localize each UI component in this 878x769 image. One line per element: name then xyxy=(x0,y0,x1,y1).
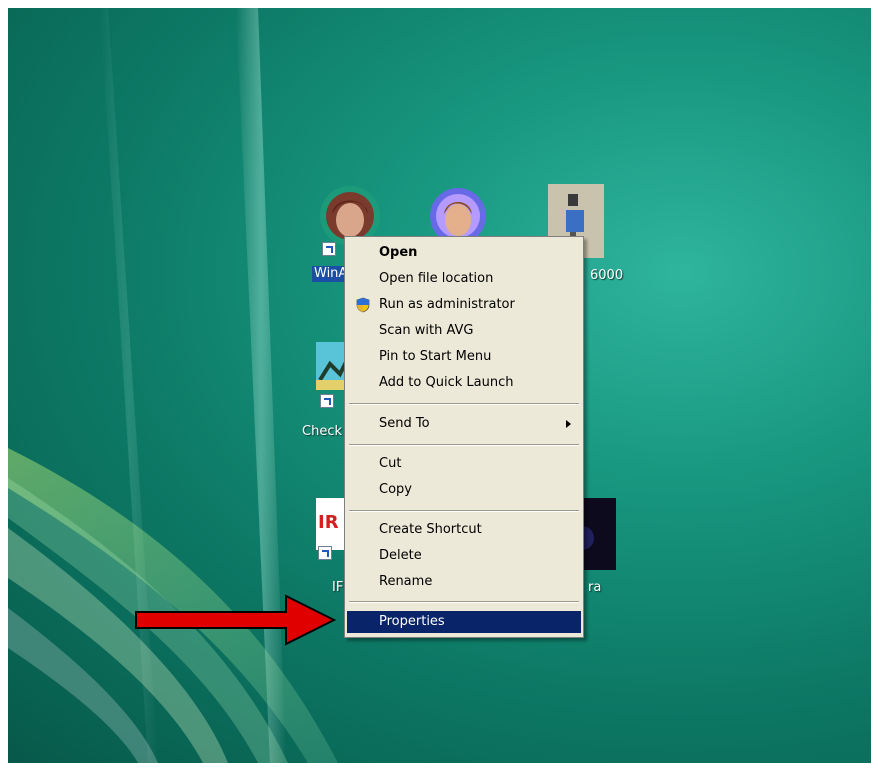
desktop-icon-label: 6000 xyxy=(590,268,624,283)
context-menu: Open Open file location Run as administr… xyxy=(344,236,584,638)
menu-item-add-to-quick-launch[interactable]: Add to Quick Launch xyxy=(347,372,581,394)
menu-item-create-shortcut[interactable]: Create Shortcut xyxy=(347,519,581,541)
menu-item-properties[interactable]: Properties xyxy=(347,611,581,633)
menu-item-label: Open xyxy=(379,245,418,260)
menu-item-label: Run as administrator xyxy=(379,297,515,312)
desktop-icon-label: ra xyxy=(588,580,602,595)
menu-separator xyxy=(349,444,579,446)
menu-item-delete[interactable]: Delete xyxy=(347,545,581,567)
woman-portrait-icon xyxy=(430,188,486,244)
menu-item-label: Rename xyxy=(379,574,433,589)
menu-separator xyxy=(349,510,579,512)
menu-item-label: Properties xyxy=(379,614,445,629)
menu-item-pin-to-start-menu[interactable]: Pin to Start Menu xyxy=(347,346,581,368)
menu-item-label: Scan with AVG xyxy=(379,323,474,338)
menu-item-label: Pin to Start Menu xyxy=(379,349,492,364)
menu-separator xyxy=(349,403,579,405)
menu-separator xyxy=(349,601,579,603)
menu-item-run-as-administrator[interactable]: Run as administrator xyxy=(347,294,581,316)
uac-shield-icon xyxy=(356,297,370,313)
desktop-icon-label: Check xyxy=(302,424,342,439)
menu-item-label: Create Shortcut xyxy=(379,522,482,537)
menu-item-open-file-location[interactable]: Open file location xyxy=(347,268,581,290)
menu-item-cut[interactable]: Cut xyxy=(347,453,581,475)
menu-item-scan-with-avg[interactable]: Scan with AVG xyxy=(347,320,581,342)
menu-item-label: Send To xyxy=(379,416,430,431)
menu-item-label: Delete xyxy=(379,548,422,563)
svg-text:IR: IR xyxy=(318,512,339,533)
red-arrow-icon xyxy=(135,594,337,646)
menu-item-label: Add to Quick Launch xyxy=(379,375,514,390)
menu-item-rename[interactable]: Rename xyxy=(347,571,581,593)
menu-item-label: Open file location xyxy=(379,271,494,286)
menu-item-copy[interactable]: Copy xyxy=(347,479,581,501)
menu-item-label: Cut xyxy=(379,456,402,471)
menu-item-open[interactable]: Open xyxy=(347,242,581,264)
menu-item-send-to[interactable]: Send To xyxy=(347,413,581,435)
desktop-icon-profile[interactable] xyxy=(428,184,498,244)
submenu-arrow-icon xyxy=(566,420,571,428)
shortcut-arrow-icon xyxy=(320,394,334,408)
shortcut-arrow-icon xyxy=(318,546,332,560)
menu-item-label: Copy xyxy=(379,482,412,497)
shortcut-arrow-icon xyxy=(322,242,336,256)
